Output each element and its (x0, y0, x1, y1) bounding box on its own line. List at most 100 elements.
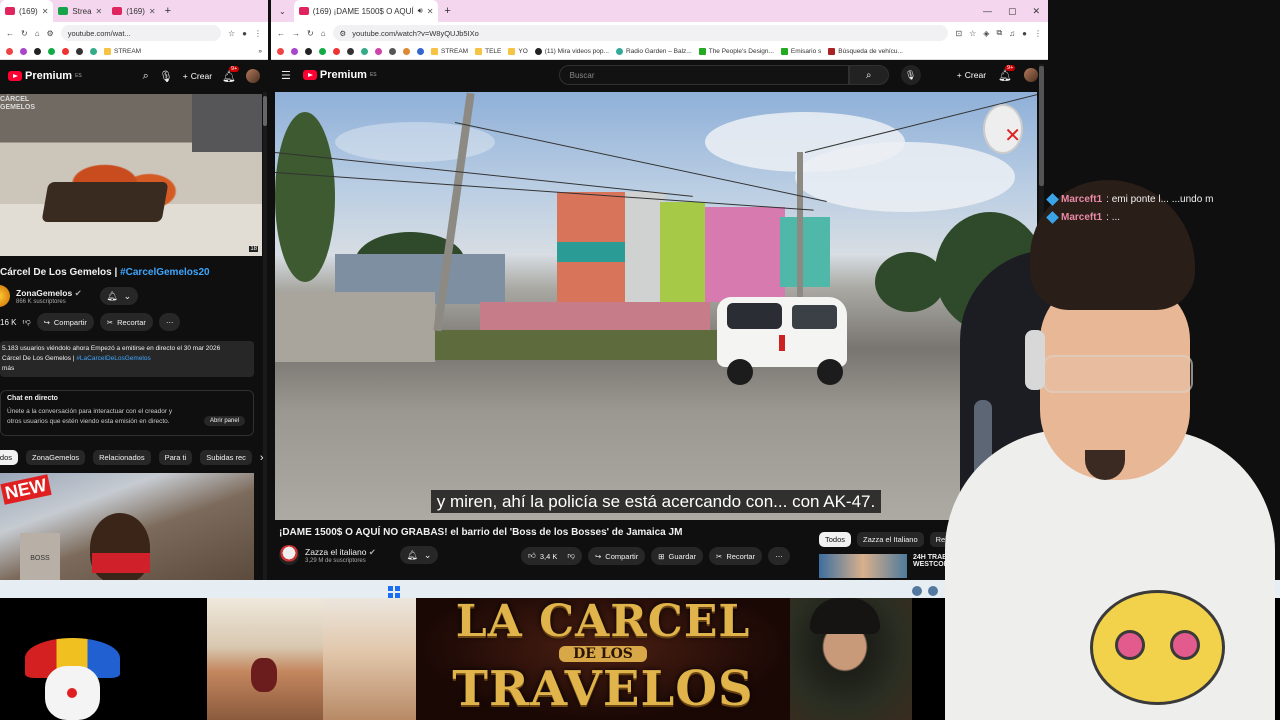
install-icon[interactable]: ⊡ (955, 29, 962, 38)
hamburger-menu-icon[interactable]: ☰ (281, 69, 291, 82)
bookmark-peoples-design[interactable]: The People's Design... (698, 48, 774, 55)
notifications-bell-icon[interactable]: 🔔︎ 9+ (998, 64, 1016, 82)
search-input[interactable]: Buscar (558, 65, 849, 85)
channel-avatar[interactable] (0, 285, 10, 307)
bookmark-icon[interactable] (319, 48, 326, 55)
close-tab-icon[interactable]: ✕ (427, 7, 434, 16)
left-description-box[interactable]: 5.183 usuarios viéndolo ahora Empezó a e… (0, 341, 254, 377)
bookmark-radio-garden[interactable]: Radio Garden – Balz... (615, 48, 692, 55)
dislike-icon[interactable]: 👎︎ (22, 317, 30, 327)
home-icon[interactable]: ⌂ (321, 29, 326, 38)
reload-icon[interactable]: ↻ (21, 29, 28, 38)
bookmark-icon[interactable] (90, 48, 97, 55)
bookmark-star-icon[interactable]: ☆ (969, 29, 976, 38)
bookmark-vehiculos[interactable]: Búsqueda de vehícu... (828, 48, 903, 55)
chip-channel[interactable]: ZonaGemelos (26, 450, 86, 465)
profile-icon[interactable]: ● (242, 29, 247, 38)
open-chat-panel-button[interactable]: Abrir panel (203, 416, 245, 426)
left-tab-1[interactable]: (169) ✕ (0, 0, 54, 22)
bookmark-icon[interactable] (277, 48, 284, 55)
back-icon[interactable]: ← (6, 29, 14, 38)
create-button[interactable]: + Crear (183, 71, 212, 81)
bookmark-icon[interactable] (20, 48, 27, 55)
media-icon[interactable]: ♫ (1009, 29, 1015, 38)
search-icon[interactable]: ⌕ (143, 70, 149, 83)
like-count[interactable]: 16 K (0, 318, 16, 327)
share-button[interactable]: ↪ Compartir (36, 313, 94, 331)
main-tab-1[interactable]: (169) ¡DAME 1500$ O AQUÍ 🔊︎ ✕ (293, 0, 439, 22)
channel-avatar[interactable] (279, 545, 299, 565)
chip-related[interactable]: Relacionados (93, 450, 151, 465)
bookmark-icon[interactable] (305, 48, 312, 55)
like-button[interactable]: 👍︎ 3,4 K 👎︎ (521, 547, 582, 565)
clip-button[interactable]: ✂ Recortar (99, 313, 153, 331)
forward-icon[interactable]: → (292, 29, 300, 38)
home-icon[interactable]: ⌂ (35, 29, 40, 38)
more-bookmarks-icon[interactable]: » (258, 48, 262, 55)
speaker-icon[interactable]: 🔊︎ (418, 6, 423, 16)
left-scrollbar[interactable] (263, 92, 267, 580)
avatar[interactable] (1024, 68, 1038, 82)
left-tab-2[interactable]: Strea ✕ (53, 0, 107, 22)
create-button[interactable]: + Crear (957, 70, 986, 80)
windows-start-icon[interactable] (388, 586, 400, 598)
chip-recent-uploads[interactable]: Subidas rec (200, 450, 252, 465)
new-tab-icon[interactable]: + (165, 5, 171, 17)
bookmark-icon[interactable] (6, 48, 13, 55)
reload-icon[interactable]: ↻ (307, 29, 314, 38)
bookmark-icon[interactable] (389, 48, 396, 55)
bookmark-icon[interactable] (375, 48, 382, 55)
bookmark-tele[interactable]: TELE (475, 48, 501, 55)
channel-name[interactable]: Zazza el italiano ✔ (305, 547, 376, 558)
left-tab-3[interactable]: (169) ✕ (107, 0, 160, 22)
avatar[interactable] (246, 69, 260, 83)
bookmark-icon[interactable] (361, 48, 368, 55)
left-url-field[interactable]: youtube.com/wat... (60, 25, 221, 41)
more-actions-button[interactable]: ⋯ (158, 313, 181, 331)
tab-search-icon[interactable]: ⌄ (271, 7, 294, 16)
bookmark-icon[interactable] (333, 48, 340, 55)
chevron-right-icon[interactable]: › (260, 452, 264, 464)
yt-premium-logo[interactable]: Premium ES (8, 70, 82, 82)
profile-icon[interactable]: ● (1022, 29, 1027, 38)
site-info-icon[interactable]: ⚙ (47, 29, 54, 38)
left-video-player[interactable]: CÁRCEL GEMELOS 18 (0, 94, 262, 256)
site-info-icon[interactable]: ⚙ (340, 29, 347, 38)
main-url-field[interactable]: ⚙ youtube.com/watch?v=W8yQUJb5IXo (332, 25, 949, 41)
thumbs-down-icon[interactable]: 👎︎ (567, 551, 575, 561)
bookmark-icon[interactable] (62, 48, 69, 55)
bookmark-emisario[interactable]: Emisario s (780, 48, 821, 55)
maximize-icon[interactable]: ▢ (1008, 6, 1017, 17)
bookmark-yo[interactable]: YO (508, 48, 528, 55)
show-more-link[interactable]: más (2, 364, 252, 374)
bookmark-stream[interactable]: STREAM (431, 48, 468, 55)
extension-icon[interactable]: ◈ (983, 29, 989, 38)
subscribed-bell-button[interactable]: 🔔︎ ⌄ (399, 546, 438, 564)
channel-watermark[interactable]: ✕ (983, 104, 1023, 154)
microphone-icon[interactable]: 🎙︎ (159, 70, 173, 83)
title-hashtag-link[interactable]: #CarcelGemelos20 (120, 267, 210, 278)
menu-icon[interactable]: ⋮ (1034, 29, 1042, 38)
back-icon[interactable]: ← (277, 29, 285, 38)
chip-all[interactable]: Todos (0, 450, 19, 465)
more-actions-button[interactable]: ⋯ (768, 547, 790, 565)
close-tab-icon[interactable]: ✕ (96, 7, 103, 16)
bookmark-icon[interactable] (291, 48, 298, 55)
close-window-icon[interactable]: ✕ (1032, 6, 1040, 17)
bookmark-icon[interactable] (417, 48, 424, 55)
bookmark-icon[interactable] (403, 48, 410, 55)
close-tab-icon[interactable]: ✕ (42, 7, 49, 16)
subscribed-bell-button[interactable]: 🔔︎ ⌄ (99, 287, 138, 305)
bookmark-icon[interactable] (48, 48, 55, 55)
search-button[interactable]: ⌕ (848, 65, 889, 85)
bookmark-icon[interactable] (347, 48, 354, 55)
channel-name[interactable]: ZonaGemelos ✔ (16, 288, 82, 299)
voice-search-button[interactable]: 🎙︎ (900, 65, 921, 85)
bookmark-stream[interactable]: STREAM (104, 48, 141, 55)
share-button[interactable]: ↪ Compartir (587, 547, 646, 565)
clip-button[interactable]: ✂ Recortar (709, 547, 763, 565)
save-button[interactable]: ⊞ Guardar (651, 547, 704, 565)
yt-premium-logo[interactable]: Premium ES (302, 69, 377, 81)
close-tab-icon[interactable]: ✕ (149, 7, 156, 16)
recommended-video-thumbnail[interactable]: BOSS NEW (0, 473, 254, 580)
